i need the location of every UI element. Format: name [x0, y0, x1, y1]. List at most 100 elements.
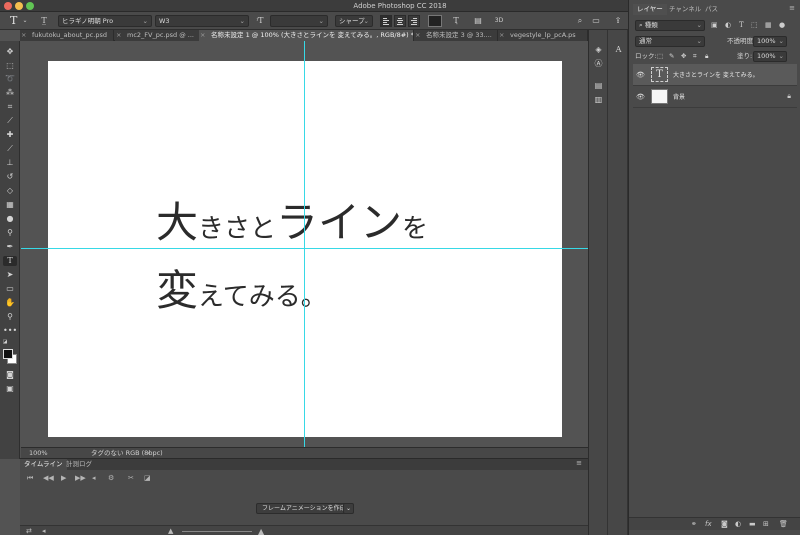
- dodge-tool-icon[interactable]: ⚲: [3, 228, 17, 238]
- lock-transparent-icon[interactable]: ⬚: [657, 51, 663, 62]
- type-tool-icon[interactable]: T: [3, 256, 17, 266]
- panel-menu-icon[interactable]: ≡: [789, 4, 795, 12]
- 3d-icon[interactable]: 3D: [492, 15, 506, 27]
- audio-icon[interactable]: ◂: [92, 474, 96, 482]
- lock-image-icon[interactable]: ✎: [669, 51, 674, 62]
- properties-icon[interactable]: Ⓐ: [592, 58, 605, 69]
- lasso-tool-icon[interactable]: ➰: [3, 74, 17, 84]
- convert-icon[interactable]: ⇄: [26, 527, 32, 535]
- antialias-select[interactable]: シャープ ⌄: [335, 15, 373, 27]
- layer-style-icon[interactable]: fx: [705, 520, 712, 528]
- default-colors-icon[interactable]: ◪: [2, 337, 8, 347]
- adjustment-layer-icon[interactable]: ◐: [735, 520, 741, 528]
- magic-wand-tool-icon[interactable]: ⁂: [3, 88, 17, 98]
- vertical-guide[interactable]: [304, 41, 305, 447]
- zoom-slider[interactable]: [182, 531, 252, 532]
- chevron-down-icon[interactable]: ⌄: [343, 503, 354, 514]
- tab-document[interactable]: × mc2_FV_pc.psd @ ...: [115, 30, 207, 41]
- toggle-text-orientation-icon[interactable]: T̲: [38, 15, 50, 27]
- create-frame-animation-button[interactable]: フレームアニメーションを作成: [256, 503, 352, 514]
- canvas-text-layer[interactable]: 大きさとラインを 変えてみる。: [156, 195, 486, 331]
- layer-filter-select[interactable]: ⌕ 種類 ⌄: [635, 20, 705, 31]
- filter-toggle-icon[interactable]: ●: [779, 21, 785, 29]
- panel-menu-icon[interactable]: ≡: [576, 459, 582, 467]
- filter-pixel-icon[interactable]: ▣: [711, 21, 718, 29]
- chevron-down-icon[interactable]: ⌄: [22, 15, 28, 27]
- healing-brush-tool-icon[interactable]: ✚: [3, 130, 17, 140]
- go-to-first-frame-icon[interactable]: ⏮: [27, 474, 33, 483]
- previous-frame-icon[interactable]: ◀◀: [43, 474, 54, 482]
- gradient-tool-icon[interactable]: ▦: [3, 200, 17, 210]
- font-size-select[interactable]: ⌄: [270, 15, 328, 27]
- stamp-tool-icon[interactable]: ⊥: [3, 158, 17, 168]
- close-icon[interactable]: ×: [499, 30, 504, 41]
- brush-tool-icon[interactable]: ⟋: [3, 144, 17, 154]
- audio-icon[interactable]: ◂: [42, 527, 46, 535]
- share-icon[interactable]: ⇪: [612, 15, 624, 27]
- foreground-color-swatch[interactable]: [3, 349, 13, 359]
- new-group-icon[interactable]: ▬: [749, 520, 756, 528]
- quick-mask-icon[interactable]: ◙: [3, 370, 17, 380]
- split-icon[interactable]: ✂: [128, 474, 134, 482]
- settings-icon[interactable]: ⚙: [108, 474, 114, 482]
- zoom-out-icon[interactable]: ▲: [168, 527, 173, 535]
- align-right-button[interactable]: [408, 15, 420, 27]
- layer-row-background[interactable]: 👁︎ 背景 🔒︎: [633, 86, 797, 108]
- pen-tool-icon[interactable]: ✒: [3, 242, 17, 252]
- font-style-select[interactable]: W3 ⌄: [155, 15, 249, 27]
- history-brush-tool-icon[interactable]: ↺: [3, 172, 17, 182]
- close-icon[interactable]: ×: [200, 30, 205, 41]
- tab-paths[interactable]: パス: [701, 4, 722, 15]
- eraser-tool-icon[interactable]: ◇: [3, 186, 17, 196]
- tab-document-active[interactable]: × 名称未設定 1 @ 100% (大きさとラインを 変えてみる。, RGB/8…: [199, 30, 414, 41]
- align-center-button[interactable]: [394, 15, 406, 27]
- zoom-tool-icon[interactable]: ⚲: [3, 312, 17, 322]
- tab-document[interactable]: × 名称未設定 3 @ 33....: [414, 30, 498, 41]
- tab-timeline[interactable]: タイムライン: [20, 459, 67, 470]
- canvas-workspace[interactable]: 大きさとラインを 変えてみる。: [21, 41, 588, 447]
- more-tools-icon[interactable]: •••: [3, 326, 17, 336]
- character-icon[interactable]: A: [612, 44, 625, 55]
- character-panel-icon[interactable]: ▤: [472, 15, 484, 27]
- chevron-right-icon[interactable]: ›: [147, 448, 150, 458]
- blur-tool-icon[interactable]: ●: [3, 214, 17, 224]
- screen-mode-icon[interactable]: ▣: [3, 384, 17, 394]
- zoom-level[interactable]: 100%: [29, 448, 48, 458]
- tab-document[interactable]: × vegestyle_lp_pcA.ps: [498, 30, 588, 41]
- move-tool-icon[interactable]: ✥: [3, 47, 17, 57]
- delete-layer-icon[interactable]: 🗑︎: [779, 520, 788, 528]
- close-icon[interactable]: ×: [116, 30, 121, 41]
- hand-tool-icon[interactable]: ✋: [3, 298, 17, 308]
- adjustments-icon[interactable]: ◈: [592, 44, 605, 55]
- opacity-field[interactable]: 100% ⌄: [753, 36, 787, 47]
- crop-tool-icon[interactable]: ⌗: [3, 102, 17, 112]
- horizontal-guide[interactable]: [21, 248, 588, 249]
- text-color-swatch[interactable]: [428, 15, 442, 27]
- align-left-button[interactable]: [380, 15, 392, 27]
- tab-measurement-log[interactable]: 計測ログ: [62, 459, 96, 470]
- marquee-tool-icon[interactable]: ⬚: [3, 61, 17, 71]
- filter-smart-object-icon[interactable]: ▦: [765, 21, 772, 29]
- notes-icon[interactable]: ▥: [592, 94, 605, 105]
- zoom-in-icon[interactable]: ▲: [258, 527, 264, 535]
- libraries-icon[interactable]: ▤: [592, 80, 605, 91]
- warp-text-icon[interactable]: Ҭ: [450, 15, 462, 27]
- font-family-select[interactable]: ヒラギノ明朝 Pro ⌄: [58, 15, 152, 27]
- tab-layers[interactable]: レイヤー: [633, 4, 667, 15]
- tab-document[interactable]: × fukutoku_about_pc.psd: [20, 30, 114, 41]
- path-selection-tool-icon[interactable]: ➤: [3, 270, 17, 280]
- type-tool-icon[interactable]: T: [10, 14, 17, 27]
- filter-shape-icon[interactable]: ⬚: [751, 21, 758, 29]
- visibility-eye-icon[interactable]: 👁︎: [636, 93, 645, 101]
- lock-position-icon[interactable]: ✥: [681, 51, 686, 62]
- add-mask-icon[interactable]: ◙: [721, 520, 728, 528]
- tab-channels[interactable]: チャンネル: [665, 4, 705, 15]
- eyedropper-tool-icon[interactable]: ⟋: [3, 116, 17, 126]
- play-icon[interactable]: ▶: [61, 474, 66, 482]
- new-layer-icon[interactable]: ⊞: [763, 520, 769, 528]
- rectangle-tool-icon[interactable]: ▭: [3, 284, 17, 294]
- fill-field[interactable]: 100% ⌄: [753, 51, 787, 62]
- lock-all-icon[interactable]: 🔒︎: [705, 51, 708, 62]
- visibility-eye-icon[interactable]: 👁︎: [636, 71, 645, 79]
- document-canvas[interactable]: 大きさとラインを 変えてみる。: [48, 61, 562, 437]
